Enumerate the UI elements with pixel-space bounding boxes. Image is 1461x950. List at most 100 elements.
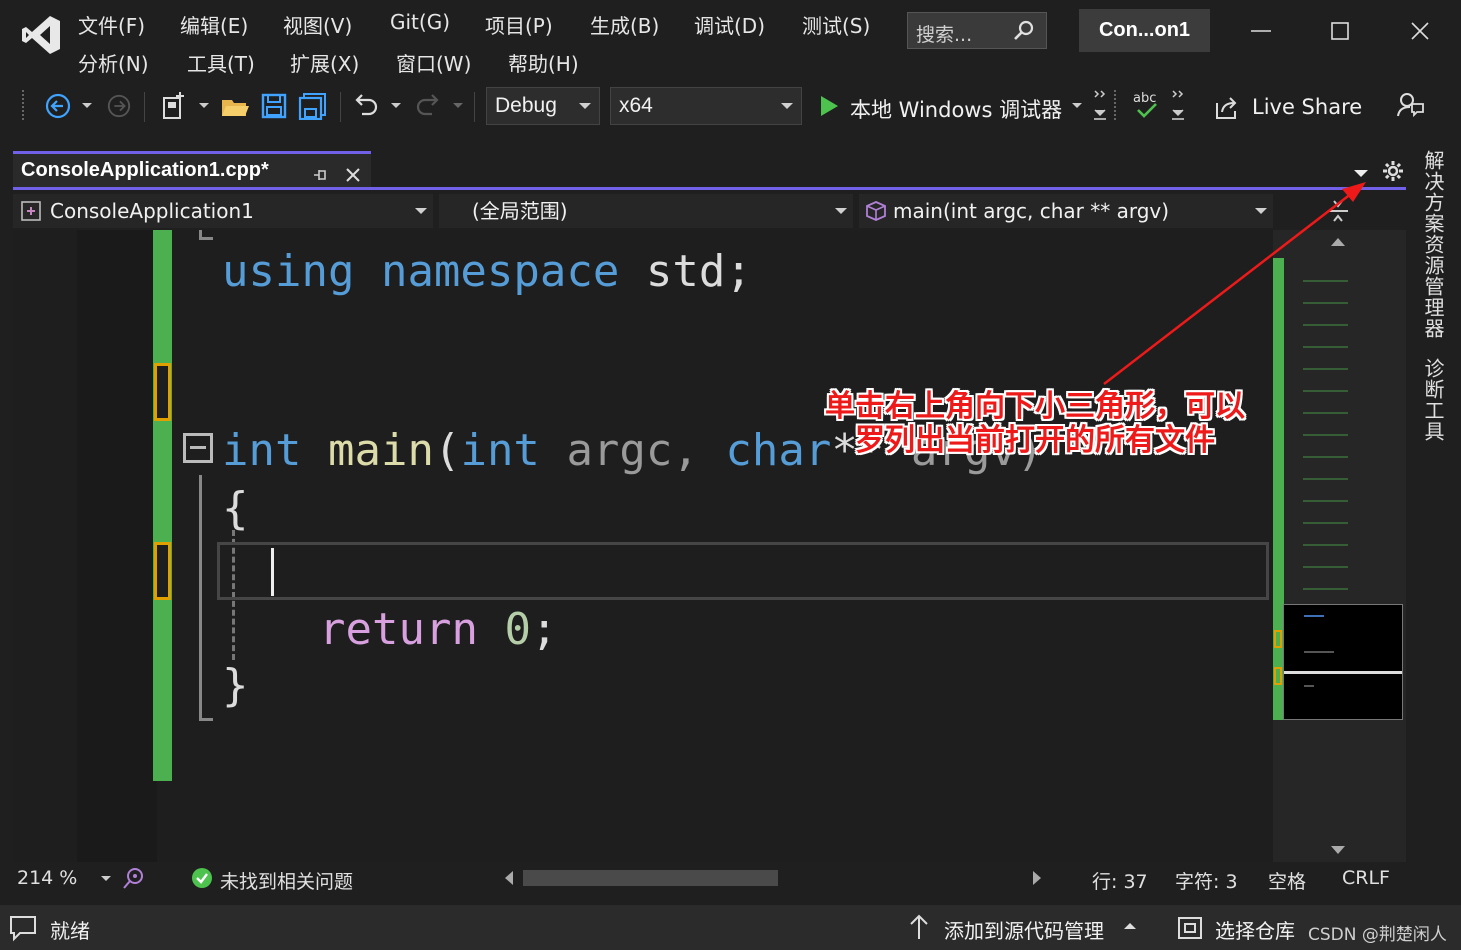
menu-help[interactable]: 帮助(H) bbox=[508, 48, 579, 77]
toolbar-overflow-icon[interactable] bbox=[1090, 88, 1110, 124]
scroll-up-icon[interactable] bbox=[1331, 238, 1345, 246]
new-project-icon[interactable] bbox=[158, 90, 190, 122]
scroll-right-icon[interactable] bbox=[1033, 871, 1041, 885]
unsaved-change-marker bbox=[154, 542, 171, 600]
add-to-source-control[interactable]: 添加到源代码管理 bbox=[944, 915, 1104, 944]
menu-git[interactable]: Git(G) bbox=[390, 10, 450, 34]
redo-icon[interactable] bbox=[414, 92, 442, 120]
cpp-project-icon bbox=[21, 201, 41, 221]
csdn-watermark: CSDN @荆楚闲人 bbox=[1308, 925, 1447, 945]
menu-window[interactable]: 窗口(W) bbox=[396, 48, 471, 77]
code-line-return: return 0; bbox=[319, 604, 558, 655]
search-input[interactable]: 搜索... bbox=[907, 12, 1047, 49]
zoom-dropdown-icon[interactable] bbox=[101, 876, 111, 881]
debugger-dropdown-icon[interactable] bbox=[1072, 103, 1082, 108]
redo-dropdown-icon[interactable] bbox=[453, 103, 463, 108]
change-marker bbox=[1274, 630, 1282, 648]
pin-icon[interactable] bbox=[311, 166, 329, 184]
save-all-icon[interactable] bbox=[298, 92, 328, 120]
chevron-down-icon bbox=[579, 103, 591, 109]
project-name: ConsoleApplication1 bbox=[50, 199, 254, 223]
close-window-icon[interactable] bbox=[1400, 10, 1440, 50]
tab-solution-explorer[interactable]: 解决方案资源管理器 bbox=[1419, 150, 1448, 339]
tab-diagnostic-tools[interactable]: 诊断工具 bbox=[1419, 358, 1448, 442]
tab-label: ConsoleApplication1.cpp* bbox=[21, 159, 269, 181]
close-tab-icon[interactable] bbox=[343, 165, 363, 185]
collapse-region-icon[interactable] bbox=[183, 433, 213, 463]
menu-test[interactable]: 测试(S) bbox=[802, 10, 870, 39]
line-indicator[interactable]: 行: 37 bbox=[1092, 867, 1148, 894]
search-placeholder: 搜索... bbox=[916, 24, 973, 46]
member-select[interactable]: main(int argc, char ** argv) bbox=[859, 194, 1273, 228]
issues-status[interactable]: 未找到相关问题 bbox=[220, 867, 353, 894]
solution-name-badge[interactable]: Con...on1 bbox=[1079, 9, 1210, 52]
select-repository[interactable]: 选择仓库 bbox=[1215, 915, 1295, 944]
undo-dropdown-icon[interactable] bbox=[391, 103, 401, 108]
status-ready: 就绪 bbox=[50, 919, 90, 943]
scope-value: (全局范围) bbox=[472, 199, 568, 223]
open-folder-icon[interactable] bbox=[220, 92, 250, 120]
check-circle-icon bbox=[192, 868, 212, 888]
project-select[interactable]: ConsoleApplication1 bbox=[13, 194, 433, 228]
annotation-line-2: 罗列出当前打开的所有文件 bbox=[855, 423, 1215, 458]
new-dropdown-icon[interactable] bbox=[199, 103, 209, 108]
gear-icon[interactable] bbox=[1382, 160, 1404, 182]
scroll-left-icon[interactable] bbox=[505, 871, 513, 885]
start-debugging-icon[interactable] bbox=[818, 94, 840, 118]
line-ending-indicator[interactable]: CRLF bbox=[1342, 867, 1390, 889]
navigate-back-icon[interactable] bbox=[44, 92, 72, 120]
back-dropdown-icon[interactable] bbox=[82, 103, 92, 108]
menu-tools[interactable]: 工具(T) bbox=[187, 48, 255, 77]
scrollbar-map[interactable] bbox=[1273, 230, 1406, 862]
whitespace-indicator[interactable]: 空格 bbox=[1268, 867, 1306, 894]
live-share-label[interactable]: Live Share bbox=[1252, 95, 1362, 119]
chevron-up-icon[interactable] bbox=[1124, 923, 1136, 929]
tab-consoleapplication1-cpp[interactable]: ConsoleApplication1.cpp* bbox=[13, 151, 371, 189]
feedback-icon[interactable] bbox=[1396, 90, 1426, 120]
toolbar-overflow-icon[interactable] bbox=[1168, 88, 1188, 124]
save-icon[interactable] bbox=[260, 92, 288, 120]
horizontal-scroll-thumb[interactable] bbox=[523, 870, 778, 886]
notifications-icon[interactable] bbox=[8, 914, 38, 942]
member-value: main(int argc, char ** argv) bbox=[893, 199, 1170, 223]
live-share-icon[interactable] bbox=[1214, 95, 1242, 121]
maximize-icon[interactable] bbox=[1320, 10, 1360, 50]
start-debugging-label[interactable]: 本地 Windows 调试器 bbox=[850, 94, 1062, 124]
menu-analyze[interactable]: 分析(N) bbox=[78, 48, 149, 77]
navigate-forward-icon[interactable] bbox=[106, 93, 132, 119]
minimize-icon[interactable] bbox=[1241, 10, 1281, 50]
chevron-down-icon bbox=[415, 208, 427, 214]
menu-edit[interactable]: 编辑(E) bbox=[180, 10, 248, 39]
scroll-down-icon[interactable] bbox=[1331, 846, 1345, 854]
repository-icon[interactable] bbox=[1177, 915, 1203, 941]
svg-text:abc: abc bbox=[1133, 91, 1156, 106]
toolbar-grip[interactable] bbox=[22, 90, 28, 120]
chevron-down-icon bbox=[835, 208, 847, 214]
menu-file[interactable]: 文件(F) bbox=[78, 10, 145, 39]
platform-select[interactable]: x64 bbox=[610, 87, 802, 125]
code-editor[interactable]: using namespace std; int main(int argc, … bbox=[13, 230, 1273, 862]
toolbar-grip[interactable] bbox=[1114, 90, 1120, 120]
code-line-brace-open: { bbox=[222, 483, 249, 534]
annotation-line-1: 单击右上角向下小三角形，可以 bbox=[825, 389, 1245, 424]
configuration-select[interactable]: Debug bbox=[486, 87, 600, 125]
undo-icon[interactable] bbox=[352, 92, 380, 120]
outline-bracket bbox=[199, 475, 213, 721]
intellicode-icon[interactable] bbox=[121, 866, 147, 890]
zoom-level[interactable]: 214 % bbox=[17, 867, 77, 889]
scope-select[interactable]: (全局范围) bbox=[439, 194, 853, 228]
editor-status-row: 214 % 未找到相关问题 行: 37 字符: 3 空格 CRLF bbox=[13, 862, 1406, 894]
menu-view[interactable]: 视图(V) bbox=[283, 10, 352, 39]
menu-build[interactable]: 生成(B) bbox=[590, 10, 659, 39]
arrow-up-icon[interactable] bbox=[908, 913, 930, 941]
tab-well-underline bbox=[13, 187, 1406, 190]
status-bar: 就绪 添加到源代码管理 选择仓库 CSDN @荆楚闲人 bbox=[0, 905, 1461, 950]
char-indicator[interactable]: 字符: 3 bbox=[1175, 867, 1238, 894]
open-files-dropdown-icon[interactable] bbox=[1354, 170, 1368, 177]
menu-debug[interactable]: 调试(D) bbox=[694, 10, 765, 39]
spell-check-icon[interactable]: abc bbox=[1130, 88, 1162, 122]
menu-extensions[interactable]: 扩展(X) bbox=[290, 48, 359, 77]
menu-project[interactable]: 项目(P) bbox=[485, 10, 553, 39]
line-number-gutter bbox=[13, 230, 77, 862]
split-window-icon[interactable] bbox=[1326, 198, 1350, 224]
